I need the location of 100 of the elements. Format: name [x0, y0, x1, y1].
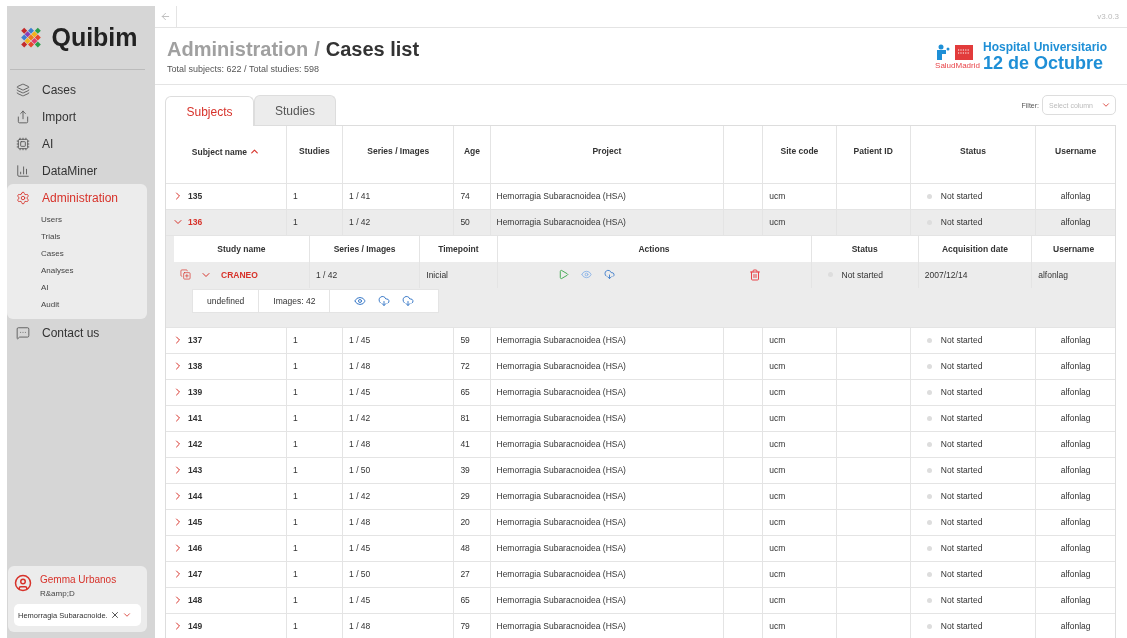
delete-icon[interactable] — [748, 268, 761, 281]
table-cell: alfonlag — [1035, 209, 1115, 235]
subject-name: 143 — [188, 465, 203, 475]
study-name[interactable]: CRANEO — [221, 269, 258, 280]
chevron-down-icon — [1101, 100, 1111, 110]
subject-name: 135 — [188, 191, 203, 201]
view-icon[interactable] — [580, 269, 592, 280]
status-dot-icon — [926, 623, 932, 629]
table-cell: 1 / 45 — [342, 327, 454, 353]
user-avatar-icon — [14, 574, 32, 592]
hospital-name: 12 de Octubre — [982, 54, 1104, 72]
add-copy-icon[interactable] — [180, 269, 191, 280]
nav-item[interactable]: Import — [7, 103, 155, 130]
subject-name: 136 — [188, 217, 203, 227]
table-cell: 1 — [286, 431, 343, 457]
table-cell: 1 — [286, 183, 343, 209]
table-cell: ucm — [762, 379, 837, 405]
table-cell: Hemorragia Subaracnoidea (HSA) — [490, 405, 724, 431]
status-text: Not started — [841, 269, 884, 280]
table-cell: 65 — [453, 587, 490, 613]
table-cell: undefined — [192, 289, 259, 312]
column-header: Site code — [780, 146, 819, 156]
table-cell: alfonlag — [1035, 613, 1115, 638]
table-cell: alfonlag — [1035, 379, 1115, 405]
table-cell: 48 — [453, 535, 490, 561]
table-cell: Images: 42 — [258, 289, 330, 312]
download-icon[interactable] — [378, 294, 391, 307]
table-cell: 41 — [453, 431, 490, 457]
table-cell: alfonlag — [1035, 535, 1115, 561]
table-cell: 81 — [453, 405, 490, 431]
table-cell: 1 — [286, 509, 343, 535]
table-cell: 27 — [453, 561, 490, 587]
table-cell: 1 — [286, 483, 343, 509]
table-cell: 1 — [286, 613, 343, 638]
back-icon[interactable] — [160, 11, 171, 22]
table-cell: ucm — [762, 561, 837, 587]
status-text: Not started — [940, 439, 983, 449]
table-cell: Hemorragia Subaracnoidea (HSA) — [490, 327, 724, 353]
subject-name: 148 — [188, 595, 203, 605]
status-text: Not started — [940, 595, 983, 605]
breadcrumb-section: Administration — [167, 38, 309, 61]
nav-subitem[interactable]: Users — [7, 211, 147, 228]
table-cell: 1 / 45 — [342, 535, 454, 561]
table-cell: ucm — [762, 183, 837, 209]
subject-name: 138 — [188, 361, 203, 371]
table-cell: alfonlag — [1035, 431, 1115, 457]
table-cell: 20 — [453, 509, 490, 535]
status-text: Not started — [940, 491, 983, 501]
view-icon[interactable] — [354, 294, 367, 307]
subject-name: 137 — [188, 335, 203, 345]
table-cell: Hemorragia Subaracnoidea (HSA) — [490, 535, 724, 561]
nav-icon — [16, 136, 30, 151]
table-cell: alfonlag — [1035, 353, 1115, 379]
table-cell: Hemorragia Subaracnoidea (HSA) — [490, 509, 724, 535]
tab[interactable]: Subjects — [165, 96, 254, 126]
tab[interactable]: Studies — [254, 95, 336, 125]
hospital-logo-icon — [935, 42, 976, 61]
status-dot-icon — [926, 415, 932, 421]
table-cell: alfonlag — [1035, 509, 1115, 535]
column-header: Status — [960, 146, 986, 156]
status-dot-icon — [926, 389, 932, 395]
status-text: Not started — [940, 387, 983, 397]
column-header[interactable]: Subject name — [191, 146, 261, 157]
nav-subitem[interactable]: Analyses — [7, 262, 147, 279]
column-header: Series / Images — [309, 235, 420, 262]
status-text: Not started — [940, 569, 983, 579]
column-header: Project — [592, 146, 622, 156]
column-header: Patient ID — [853, 146, 893, 156]
status-text: Not started — [940, 543, 983, 553]
subject-name: 141 — [188, 413, 203, 423]
nav-subitem[interactable]: AI — [7, 279, 147, 296]
nav-item[interactable]: Contact us — [7, 319, 155, 346]
table-cell: Inicial — [419, 261, 497, 288]
status-dot-icon — [926, 493, 932, 499]
chevron-down-icon — [121, 610, 132, 620]
nav-item[interactable]: AI — [7, 130, 155, 157]
nav-item[interactable]: Cases — [7, 76, 155, 103]
nav-subitem[interactable]: Audit — [7, 296, 147, 313]
table-cell: ucm — [762, 483, 837, 509]
column-header: Username — [1055, 146, 1097, 156]
status-dot-icon — [926, 519, 932, 525]
column-header: Username — [1031, 235, 1115, 262]
table-cell: 1 / 45 — [342, 379, 454, 405]
column-header: Study name — [174, 235, 310, 262]
table-cell: 1 / 48 — [342, 613, 454, 638]
table-cell: ucm — [762, 209, 837, 235]
download-icon[interactable] — [603, 269, 615, 280]
nav-subitem[interactable]: Cases — [7, 245, 147, 262]
table-cell: Hemorragia Subaracnoidea (HSA) — [490, 183, 724, 209]
download-icon[interactable] — [402, 294, 415, 307]
nav-icon — [16, 190, 30, 205]
nav-subitem[interactable]: Trials — [7, 228, 147, 245]
play-icon[interactable] — [557, 269, 569, 280]
clear-icon[interactable] — [109, 610, 120, 620]
page-title: Cases list — [325, 38, 420, 61]
column-header: Actions — [497, 235, 811, 262]
nav-item[interactable]: Administration — [7, 184, 147, 211]
subject-name: 144 — [188, 491, 203, 501]
table-cell: ucm — [762, 431, 837, 457]
nav-item[interactable]: DataMiner — [7, 157, 155, 184]
